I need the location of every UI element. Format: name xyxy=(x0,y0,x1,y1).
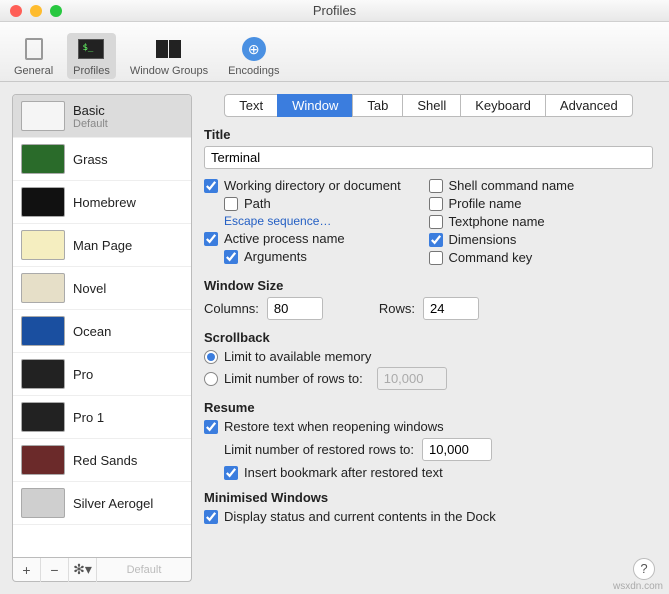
minimize-icon[interactable] xyxy=(30,5,42,17)
close-icon[interactable] xyxy=(10,5,22,17)
profile-name: Man Page xyxy=(73,238,132,253)
tab-text[interactable]: Text xyxy=(224,94,278,117)
profile-thumb-icon xyxy=(21,488,65,518)
escape-sequence-link[interactable]: Escape sequence… xyxy=(224,214,331,228)
profile-item-novel[interactable]: Novel xyxy=(13,267,191,310)
settings-panel: TextWindowTabShellKeyboardAdvanced Title… xyxy=(204,94,657,582)
tab-window[interactable]: Window xyxy=(277,94,353,117)
add-profile-button[interactable]: + xyxy=(13,558,41,582)
profile-name: Basic xyxy=(73,103,105,118)
profile-name: Homebrew xyxy=(73,195,136,210)
profile-item-grass[interactable]: Grass xyxy=(13,138,191,181)
radio-limit-memory[interactable] xyxy=(204,350,218,364)
toolbar-profiles[interactable]: Profiles xyxy=(67,33,116,79)
profile-thumb-icon xyxy=(21,316,65,346)
radio-limit-rows[interactable] xyxy=(204,372,218,386)
profile-item-ocean[interactable]: Ocean xyxy=(13,310,191,353)
profile-item-silver-aerogel[interactable]: Silver Aerogel xyxy=(13,482,191,525)
chk-display-dock[interactable] xyxy=(204,510,218,524)
toolbar-window-groups[interactable]: Window Groups xyxy=(124,33,214,79)
profile-list[interactable]: BasicDefault Grass Homebrew Man Page Nov… xyxy=(12,94,192,558)
profile-thumb-icon xyxy=(21,187,65,217)
profile-name: Grass xyxy=(73,152,108,167)
chk-insert-bookmark[interactable] xyxy=(224,466,238,480)
set-default-button[interactable]: Default xyxy=(97,564,191,576)
toolbar-general[interactable]: General xyxy=(8,33,59,79)
profile-item-pro-1[interactable]: Pro 1 xyxy=(13,396,191,439)
window-title: Profiles xyxy=(313,3,356,18)
settings-tabs: TextWindowTabShellKeyboardAdvanced xyxy=(204,94,653,117)
window-groups-icon xyxy=(156,40,181,58)
tab-shell[interactable]: Shell xyxy=(402,94,461,117)
chk-arguments[interactable] xyxy=(224,250,238,264)
titlebar: Profiles xyxy=(0,0,669,22)
tab-advanced[interactable]: Advanced xyxy=(545,94,633,117)
remove-profile-button[interactable]: − xyxy=(41,558,69,582)
title-input[interactable] xyxy=(204,146,653,169)
profile-item-basic[interactable]: BasicDefault xyxy=(13,95,191,138)
profile-thumb-icon xyxy=(21,445,65,475)
scrollback-rows-input xyxy=(377,367,447,390)
chk-restore-text[interactable] xyxy=(204,420,218,434)
chk-active-process[interactable] xyxy=(204,232,218,246)
resume-header: Resume xyxy=(204,400,653,415)
profile-thumb-icon xyxy=(21,230,65,260)
window-size-header: Window Size xyxy=(204,278,653,293)
watermark: wsxdn.com xyxy=(613,581,663,592)
chk-shell-cmd[interactable] xyxy=(429,179,443,193)
profile-name: Ocean xyxy=(73,324,111,339)
scrollback-header: Scrollback xyxy=(204,330,653,345)
profile-name: Novel xyxy=(73,281,106,296)
chk-dimensions[interactable] xyxy=(429,233,443,247)
columns-input[interactable] xyxy=(267,297,323,320)
chk-command-key[interactable] xyxy=(429,251,443,265)
profile-item-pro[interactable]: Pro xyxy=(13,353,191,396)
toolbar: General Profiles Window Groups ⊕ Encodin… xyxy=(0,22,669,82)
help-button[interactable]: ? xyxy=(633,558,655,580)
profile-thumb-icon xyxy=(21,402,65,432)
profile-name: Red Sands xyxy=(73,453,137,468)
profile-name: Pro xyxy=(73,367,93,382)
profile-sidebar: BasicDefault Grass Homebrew Man Page Nov… xyxy=(12,94,192,582)
restored-rows-input[interactable] xyxy=(422,438,492,461)
profile-thumb-icon xyxy=(21,359,65,389)
profile-thumb-icon xyxy=(21,144,65,174)
rows-input[interactable] xyxy=(423,297,479,320)
profile-item-red-sands[interactable]: Red Sands xyxy=(13,439,191,482)
profile-thumb-icon xyxy=(21,273,65,303)
profile-name: Silver Aerogel xyxy=(73,496,153,511)
minimised-header: Minimised Windows xyxy=(204,490,653,505)
chk-profile-name[interactable] xyxy=(429,197,443,211)
profile-name: Pro 1 xyxy=(73,410,104,425)
general-icon xyxy=(25,38,43,60)
tab-keyboard[interactable]: Keyboard xyxy=(460,94,546,117)
profile-thumb-icon xyxy=(21,101,65,131)
profile-subtitle: Default xyxy=(73,118,108,130)
zoom-icon[interactable] xyxy=(50,5,62,17)
title-header: Title xyxy=(204,127,653,142)
profile-item-man-page[interactable]: Man Page xyxy=(13,224,191,267)
profile-actions-button[interactable]: ✻▾ xyxy=(69,558,97,582)
profiles-icon xyxy=(78,39,104,59)
chk-textphone[interactable] xyxy=(429,215,443,229)
chk-working-dir[interactable] xyxy=(204,179,218,193)
chk-path[interactable] xyxy=(224,197,238,211)
profile-item-homebrew[interactable]: Homebrew xyxy=(13,181,191,224)
toolbar-encodings[interactable]: ⊕ Encodings xyxy=(222,33,285,79)
globe-icon: ⊕ xyxy=(242,37,266,61)
tab-tab[interactable]: Tab xyxy=(352,94,403,117)
